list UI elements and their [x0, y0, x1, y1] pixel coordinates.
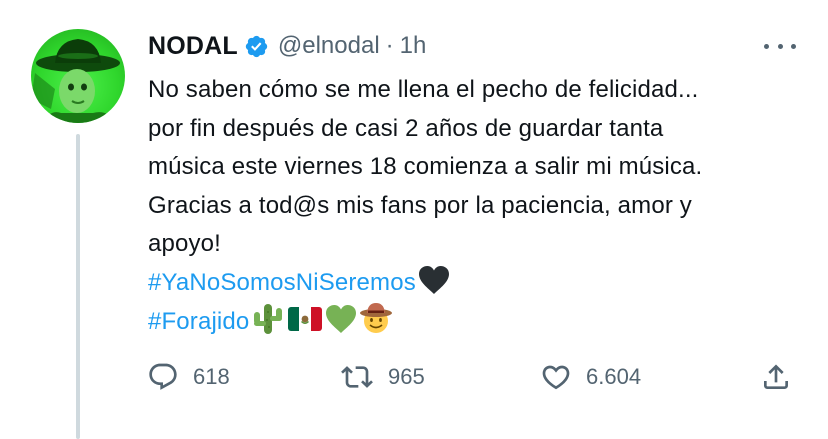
reply-button[interactable]: 618	[147, 356, 230, 398]
tweet-text-line: apoyo!	[148, 230, 221, 257]
heart-icon	[540, 361, 572, 393]
cactus-icon	[251, 302, 285, 347]
retweet-icon	[340, 361, 374, 393]
timestamp[interactable]: 1h	[400, 32, 427, 60]
display-name[interactable]: NODAL	[148, 32, 238, 61]
tweet-actions: 618 965 6.604	[0, 356, 828, 398]
hashtag-line: #YaNoSomosNiSeremos	[148, 264, 808, 303]
hashtag-line: #Forajido	[148, 302, 808, 341]
retweet-button[interactable]: 965	[340, 356, 425, 398]
user-handle[interactable]: @elnodal	[278, 32, 380, 60]
separator-dot: ·	[385, 32, 394, 59]
tweet[interactable]: NODAL @elnodal · 1h No saben cómo se me …	[0, 0, 828, 439]
hashtag-link[interactable]: #Forajido	[148, 308, 249, 335]
avatar-image	[31, 39, 120, 123]
share-button[interactable]	[760, 356, 792, 398]
share-icon	[760, 361, 792, 393]
mexico-flag-icon	[287, 304, 323, 347]
hashtag-link[interactable]: #YaNoSomosNiSeremos	[148, 269, 416, 296]
tweet-text-line: No saben cómo se me llena el pecho de fe…	[148, 76, 699, 103]
tweet-text: No saben cómo se me llena el pecho de fe…	[148, 71, 808, 341]
black-heart-icon	[418, 265, 450, 308]
like-count: 6.604	[586, 364, 642, 389]
more-options-icon[interactable]	[760, 34, 800, 58]
reply-count: 618	[193, 364, 230, 389]
reply-icon	[147, 361, 179, 393]
tweet-text-line: por fin después de casi 2 años de guarda…	[148, 114, 664, 142]
tweet-text-line: música este viernes 18 comienza a salir …	[148, 153, 703, 180]
green-heart-icon	[325, 304, 357, 347]
cowboy-face-icon	[359, 302, 393, 347]
retweet-count: 965	[388, 364, 425, 389]
like-button[interactable]: 6.604	[540, 356, 641, 398]
tweet-text-line: Gracias a tod@s mis fans por la pacienci…	[148, 191, 692, 219]
avatar[interactable]	[31, 29, 125, 123]
tweet-header: NODAL @elnodal · 1h	[148, 30, 426, 62]
verified-badge-icon	[244, 34, 269, 59]
